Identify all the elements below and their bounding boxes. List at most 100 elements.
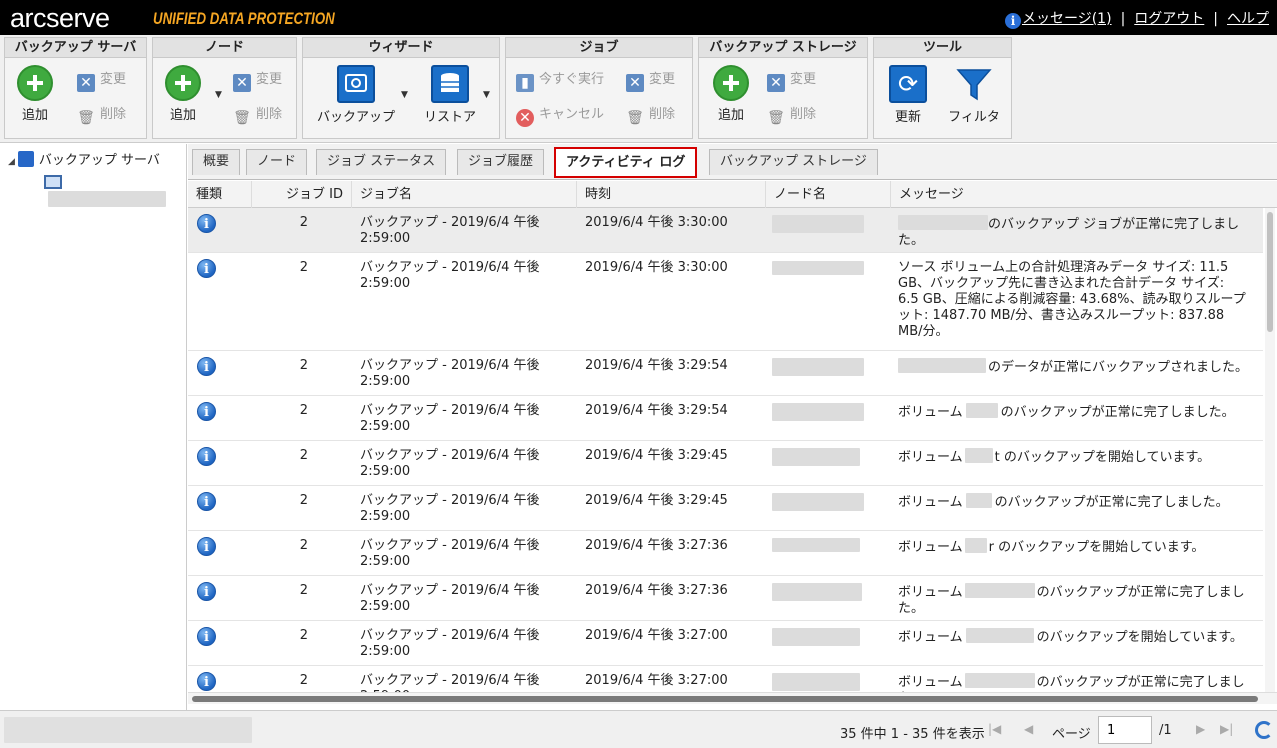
button-label: 更新 xyxy=(894,110,921,125)
table-row[interactable]: i 2 バックアップ - 2019/6/4 午後 2:59:00 2019/6/… xyxy=(188,486,1263,531)
prev-page-icon[interactable]: ◀ xyxy=(1024,722,1033,736)
last-page-icon[interactable]: ▶| xyxy=(1220,722,1233,736)
table-row[interactable]: i 2 バックアップ - 2019/6/4 午後 2:59:00 2019/6/… xyxy=(188,253,1263,351)
column-header-type[interactable]: 種類 xyxy=(188,181,252,208)
cell-time: 2019/6/4 午後 3:27:36 xyxy=(585,583,728,598)
table-row[interactable]: i 2 バックアップ - 2019/6/4 午後 2:59:00 2019/6/… xyxy=(188,351,1263,396)
table-row[interactable]: i 2 バックアップ - 2019/6/4 午後 2:59:00 2019/6/… xyxy=(188,621,1263,666)
table-row[interactable]: i 2 バックアップ - 2019/6/4 午後 2:59:00 2019/6/… xyxy=(188,666,1263,692)
info-icon: i xyxy=(197,402,216,421)
table-row[interactable]: i 2 バックアップ - 2019/6/4 午後 2:59:00 2019/6/… xyxy=(188,441,1263,486)
column-header-time[interactable]: 時刻 xyxy=(577,181,766,208)
tab-job-status[interactable]: ジョブ ステータス xyxy=(316,149,447,175)
scrollbar-thumb[interactable] xyxy=(1267,212,1273,332)
tree-item-server[interactable] xyxy=(44,175,186,208)
add-node-button[interactable]: 追加 xyxy=(165,65,201,123)
top-bar: arcserve UNIFIED DATA PROTECTION i メッセージ(… xyxy=(0,0,1277,35)
server-group-icon xyxy=(17,151,34,167)
cell-message: ボリューム のバックアップが正常に完了しました。 xyxy=(898,493,1258,511)
column-header-job-name[interactable]: ジョブ名 xyxy=(352,181,577,208)
message-text: t のバックアップを開始しています。 xyxy=(994,450,1211,465)
status-footer: 35 件中 1 - 35 件を表示 |◀ ◀ ページ /1 ▶ ▶| xyxy=(0,710,1277,748)
button-label: 変更 xyxy=(649,72,676,87)
edit-backup-server-button[interactable]: ✕ 変更 xyxy=(77,68,126,92)
redacted-server-name xyxy=(48,191,166,207)
message-prefix: ボリューム xyxy=(898,495,963,510)
refresh-icon[interactable] xyxy=(1255,721,1273,739)
edit-node-button[interactable]: ✕ 変更 xyxy=(233,68,282,92)
group-title: ツール xyxy=(874,38,1011,58)
cancel-icon: ✕ xyxy=(516,109,534,127)
group-title: ジョブ xyxy=(506,38,692,58)
cell-time: 2019/6/4 午後 3:29:45 xyxy=(585,448,728,463)
table-row[interactable]: i 2 バックアップ - 2019/6/4 午後 2:59:00 2019/6/… xyxy=(188,576,1263,621)
button-label: 変更 xyxy=(790,72,817,87)
add-backup-server-button[interactable]: 追加 xyxy=(17,65,53,123)
button-label: リストア xyxy=(423,110,476,125)
cell-time: 2019/6/4 午後 3:29:45 xyxy=(585,493,728,508)
logout-link[interactable]: ログアウト xyxy=(1134,11,1204,27)
message-prefix: ボリューム xyxy=(898,585,963,600)
tree-item-backup-server[interactable]: ◢ バックアップ サーバ xyxy=(8,149,160,168)
group-title: ウィザード xyxy=(303,38,499,58)
delete-node-button[interactable]: 🗑 削除 xyxy=(233,103,282,127)
cell-job-id: 2 xyxy=(299,493,308,508)
edit-job-button[interactable]: ✕ 変更 xyxy=(626,68,675,92)
run-now-button[interactable]: ▮ 今すぐ実行 xyxy=(516,68,604,92)
info-icon: i xyxy=(197,259,216,278)
cell-message: ボリューム のバックアップが正常に完了しました。 xyxy=(898,403,1258,421)
group-backup-server: バックアップ サーバ 追加 ✕ 変更 🗑 削除 xyxy=(4,37,147,139)
first-page-icon[interactable]: |◀ xyxy=(988,722,1001,736)
group-wizard: ウィザード バックアップ ▼ リストア ▼ xyxy=(302,37,500,139)
column-header-message[interactable]: メッセージ xyxy=(891,181,1263,208)
table-row[interactable]: i 2 バックアップ - 2019/6/4 午後 2:59:00 2019/6/… xyxy=(188,531,1263,576)
tab-overview[interactable]: 概要 xyxy=(192,149,241,175)
button-label: 変更 xyxy=(100,72,127,87)
table-row[interactable]: i 2 バックアップ - 2019/6/4 午後 2:59:00 2019/6/… xyxy=(188,396,1263,441)
edit-storage-button[interactable]: ✕ 変更 xyxy=(767,68,816,92)
help-link[interactable]: ヘルプ xyxy=(1227,11,1269,27)
add-icon xyxy=(165,65,201,101)
dropdown-arrow-icon[interactable]: ▼ xyxy=(215,90,222,100)
cell-node-name xyxy=(772,403,864,426)
column-header-job-id[interactable]: ジョブ ID xyxy=(252,181,352,208)
table-row[interactable]: i 2 バックアップ - 2019/6/4 午後 2:59:00 2019/6/… xyxy=(188,208,1263,253)
cell-job-name: バックアップ - 2019/6/4 午後 2:59:00 xyxy=(360,403,540,434)
button-label: バックアップ xyxy=(316,110,395,125)
filter-button[interactable]: フィルタ xyxy=(944,65,1004,125)
scrollbar-thumb[interactable] xyxy=(192,696,1258,702)
backup-wizard-button[interactable]: バックアップ xyxy=(311,65,401,125)
ribbon-toolbar: バックアップ サーバ 追加 ✕ 変更 🗑 削除 ノード 追加 ▼ ✕ 変更 🗑 削除 ウ… xyxy=(0,35,1277,143)
redacted-status xyxy=(4,717,252,743)
tree-item-label: バックアップ サーバ xyxy=(38,153,160,168)
cancel-job-button[interactable]: ✕ キャンセル xyxy=(516,103,604,127)
tab-activity-log[interactable]: アクティビティ ログ xyxy=(554,147,698,178)
column-header-node-name[interactable]: ノード名 xyxy=(766,181,891,208)
tab-job-history[interactable]: ジョブ履歴 xyxy=(457,149,545,175)
dropdown-arrow-icon[interactable]: ▼ xyxy=(401,90,408,100)
restore-wizard-button[interactable]: リストア xyxy=(415,65,485,125)
dropdown-arrow-icon[interactable]: ▼ xyxy=(483,90,490,100)
delete-backup-server-button[interactable]: 🗑 削除 xyxy=(77,103,126,127)
page-number-input[interactable] xyxy=(1098,716,1152,744)
tab-backup-storage[interactable]: バックアップ ストレージ xyxy=(709,149,878,175)
horizontal-scrollbar[interactable] xyxy=(188,692,1277,704)
delete-job-button[interactable]: 🗑 削除 xyxy=(626,103,675,127)
add-storage-button[interactable]: 追加 xyxy=(713,65,749,123)
refresh-button[interactable]: ⟳ 更新 xyxy=(886,65,930,125)
cell-message: ソース ボリューム上の合計処理済みデータ サイズ: 11.5 GB、バックアップ… xyxy=(898,260,1246,339)
tab-nodes[interactable]: ノード xyxy=(246,149,308,175)
group-title: ノード xyxy=(153,38,296,58)
next-page-icon[interactable]: ▶ xyxy=(1196,722,1205,736)
messages-link[interactable]: メッセージ(1) xyxy=(1022,11,1112,27)
message-text: のバックアップが正常に完了しました。 xyxy=(1000,405,1235,420)
delete-storage-button[interactable]: 🗑 削除 xyxy=(767,103,816,127)
navigation-tree: ◢ バックアップ サーバ xyxy=(0,144,187,710)
info-icon: i xyxy=(197,214,216,233)
vertical-scrollbar[interactable] xyxy=(1265,208,1275,692)
info-icon[interactable]: i xyxy=(1005,13,1021,29)
expand-triangle-icon[interactable]: ◢ xyxy=(8,157,15,167)
button-label: 削除 xyxy=(100,107,127,122)
button-label: キャンセル xyxy=(539,107,605,122)
button-label: 追加 xyxy=(169,108,196,123)
